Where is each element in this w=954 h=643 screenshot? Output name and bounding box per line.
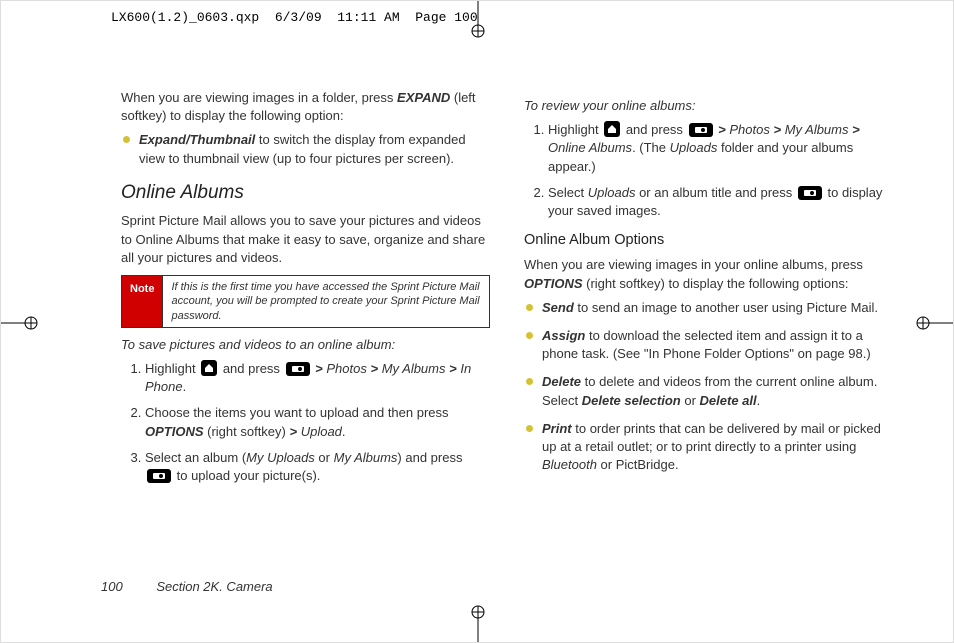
intro-paragraph: When you are viewing images in a folder,…	[121, 89, 490, 125]
cropmark-bottom	[471, 604, 485, 642]
note-label: Note	[122, 276, 163, 327]
sprint-description: Sprint Picture Mail allows you to save y…	[121, 212, 490, 267]
note-body: If this is the first time you have acces…	[163, 276, 489, 327]
page-footer: 100 Section 2K. Camera	[101, 578, 273, 596]
option-send: Send to send an image to another user us…	[524, 299, 893, 317]
camera-key-icon	[286, 362, 310, 376]
camera-key-icon	[689, 123, 713, 137]
home-icon	[604, 121, 620, 137]
job-header: LX600(1.2)_0603.qxp 6/3/09 11:11 AM Page…	[111, 9, 478, 27]
cropmark-left	[1, 316, 39, 330]
camera-key-icon	[147, 469, 171, 483]
section-label: Section 2K. Camera	[156, 579, 272, 594]
right-column: To review your online albums: Highlight …	[524, 89, 893, 562]
option-assign: Assign to download the selected item and…	[524, 327, 893, 363]
step-1-highlight: Highlight and press > Photos > My Albums…	[145, 360, 490, 396]
left-column: When you are viewing images in a folder,…	[121, 89, 490, 562]
oao-intro: When you are viewing images in your onli…	[524, 256, 893, 292]
option-print: Print to order prints that can be delive…	[524, 420, 893, 475]
note-box: Note If this is the first time you have …	[121, 275, 490, 328]
cropmark-right	[915, 316, 953, 330]
camera-key-icon	[798, 186, 822, 200]
home-icon	[201, 360, 217, 376]
step-2-choose: Choose the items you want to upload and …	[145, 404, 490, 440]
page-number: 100	[101, 579, 123, 594]
heading-online-album-options: Online Album Options	[524, 230, 893, 250]
heading-online-albums: Online Albums	[121, 180, 490, 207]
instr-review-online: To review your online albums:	[524, 97, 893, 115]
option-delete: Delete to delete and videos from the cur…	[524, 373, 893, 409]
review-step-2: Select Uploads or an album title and pre…	[548, 184, 893, 220]
instr-save-online: To save pictures and videos to an online…	[121, 336, 490, 354]
review-step-1: Highlight and press > Photos > My Albums…	[548, 121, 893, 176]
step-3-select-album: Select an album (My Uploads or My Albums…	[145, 449, 490, 485]
bullet-expand-thumbnail: Expand/Thumbnail to switch the display f…	[121, 131, 490, 167]
